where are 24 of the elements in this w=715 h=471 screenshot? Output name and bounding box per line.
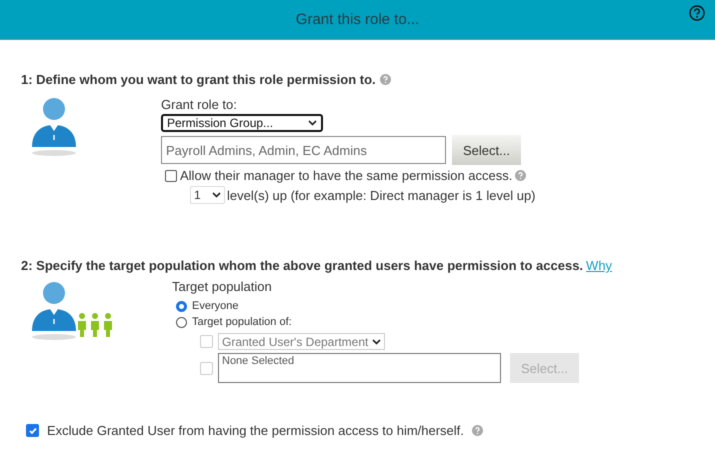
section-heading: 1: Define whom you want to grant this role permission to. xyxy=(21,72,376,87)
radio-label: Target population of: xyxy=(192,316,292,328)
select-button[interactable]: Select... xyxy=(452,135,521,165)
caret-icon xyxy=(372,338,382,344)
level-dropdown[interactable]: 1 xyxy=(190,186,225,204)
dialog-title: Grant this role to... xyxy=(296,11,420,28)
radio-button[interactable] xyxy=(176,316,187,328)
type-dropdown[interactable]: Permission Group... xyxy=(161,114,323,132)
checkbox-label: Allow their manager to have the same permission access. xyxy=(180,168,512,183)
check-icon xyxy=(28,426,38,436)
checkbox[interactable] xyxy=(165,170,177,182)
person-icon xyxy=(29,95,79,157)
checkbox-label: Exclude Granted User from having the permission access to him/herself. xyxy=(47,423,464,438)
checkbox[interactable] xyxy=(26,424,39,437)
section-heading: 2: Specify the target population whom the above granted users have permission to access. Why xyxy=(21,258,612,273)
radio-button[interactable] xyxy=(176,300,187,312)
field-label: Target population xyxy=(172,279,273,294)
groups-field[interactable]: Payroll Admins, Admin, EC Admins xyxy=(161,136,446,164)
level-text: level(s) up (for example: Direct manager is 1 level up) xyxy=(227,188,536,202)
help-icon[interactable] xyxy=(689,5,705,21)
caret-icon xyxy=(308,120,317,126)
caret-icon xyxy=(212,192,221,198)
field-label: Grant role to: xyxy=(161,97,238,112)
radio-label: Everyone xyxy=(192,300,238,312)
